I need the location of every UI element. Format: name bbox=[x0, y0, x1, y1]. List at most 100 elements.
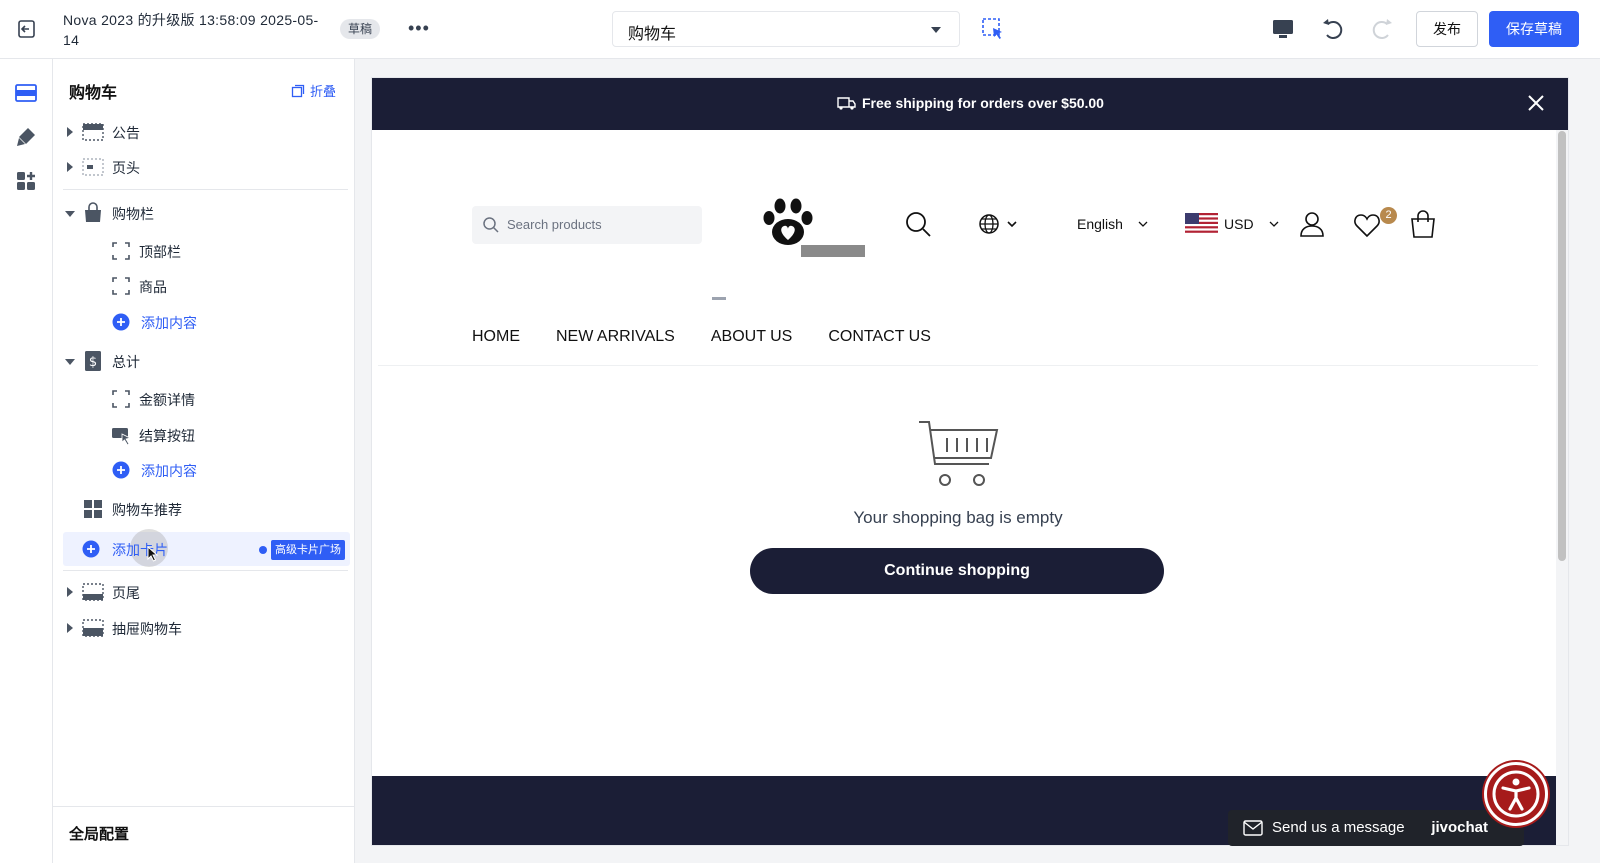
language-value: English bbox=[1077, 216, 1123, 232]
tree-item-label: 金额详情 bbox=[139, 392, 195, 408]
close-icon[interactable] bbox=[1526, 93, 1546, 113]
expand-arrow-icon[interactable] bbox=[67, 587, 73, 597]
top-bar: Nova 2023 的升级版 13:58:09 2025-05-14 草稿 ••… bbox=[0, 0, 1600, 59]
add-content-button[interactable]: 添加内容 bbox=[53, 455, 355, 485]
tree-item-footer[interactable]: 页尾 bbox=[53, 577, 355, 607]
chevron-down-icon bbox=[1269, 221, 1279, 227]
announcement-bar: Free shipping for orders over $50.00 bbox=[372, 78, 1568, 130]
tree-item-label: 商品 bbox=[139, 279, 167, 295]
search-icon bbox=[483, 217, 499, 233]
account-icon[interactable] bbox=[1297, 209, 1327, 239]
block-icon bbox=[112, 277, 130, 295]
tree-item-label: 抽屉购物车 bbox=[112, 621, 182, 637]
add-circle-icon bbox=[82, 540, 100, 558]
announcement-text: Free shipping for orders over $50.00 bbox=[862, 95, 1104, 111]
theme-style-icon[interactable] bbox=[14, 125, 38, 149]
redo-icon[interactable] bbox=[1368, 15, 1396, 43]
divider bbox=[63, 189, 348, 190]
chevron-down-icon bbox=[931, 27, 941, 33]
undo-icon[interactable] bbox=[1319, 15, 1347, 43]
accessibility-button[interactable] bbox=[1484, 762, 1548, 826]
continue-shopping-button[interactable]: Continue shopping bbox=[750, 548, 1164, 594]
empty-cart-message: Your shopping bag is empty bbox=[853, 508, 1063, 527]
dollar-icon: $ bbox=[85, 351, 101, 371]
tree-item-announcement[interactable]: 公告 bbox=[53, 117, 355, 147]
currency-code: USD bbox=[1224, 216, 1254, 232]
store-search-input[interactable]: Search products bbox=[472, 206, 702, 244]
preview-scrollbar-thumb[interactable] bbox=[1558, 131, 1566, 561]
publish-button[interactable]: 发布 bbox=[1416, 11, 1478, 47]
footer-section-icon bbox=[82, 583, 104, 601]
draft-status-badge: 草稿 bbox=[340, 19, 381, 39]
element-select-icon[interactable] bbox=[980, 16, 1006, 42]
language-selector[interactable]: English bbox=[1077, 216, 1149, 232]
apps-icon[interactable] bbox=[14, 169, 38, 193]
tree-item-amount-details[interactable]: 金额详情 bbox=[53, 384, 355, 414]
save-draft-button[interactable]: 保存草稿 bbox=[1489, 11, 1579, 47]
desktop-preview-icon[interactable] bbox=[1269, 15, 1297, 43]
chevron-down-icon bbox=[1138, 221, 1148, 227]
add-content-label: 添加内容 bbox=[141, 315, 197, 331]
tree-item-label: 公告 bbox=[112, 125, 140, 141]
tree-item-header[interactable]: 页头 bbox=[53, 152, 355, 182]
tree-item-label: 购物车推荐 bbox=[112, 502, 182, 518]
tree-item-total[interactable]: $ 总计 bbox=[53, 346, 355, 376]
page-selector[interactable]: 购物车 bbox=[612, 11, 960, 47]
accessibility-icon bbox=[1492, 770, 1540, 818]
tree-item-cart-recommendations[interactable]: 购物车推荐 bbox=[53, 494, 355, 524]
collapse-arrow-icon[interactable] bbox=[65, 359, 75, 365]
tree-item-top-bar[interactable]: 顶部栏 bbox=[53, 236, 355, 266]
svg-text:$: $ bbox=[89, 355, 97, 370]
tree-item-label: 页头 bbox=[112, 160, 140, 176]
nav-contact-us[interactable]: CONTACT US bbox=[828, 328, 931, 346]
header-search-icon[interactable] bbox=[903, 209, 933, 239]
panel-title: 购物车 bbox=[69, 85, 118, 102]
collapse-icon bbox=[291, 84, 305, 97]
empty-cart-icon bbox=[919, 421, 999, 486]
globe-icon[interactable] bbox=[976, 209, 1022, 239]
nav-new-arrivals[interactable]: NEW ARRIVALS bbox=[556, 328, 675, 346]
tree-item-drawer-cart[interactable]: 抽屉购物车 bbox=[53, 613, 355, 643]
store-logo[interactable] bbox=[757, 196, 877, 258]
add-card-button[interactable]: 添加卡片 bbox=[53, 534, 355, 564]
expand-arrow-icon[interactable] bbox=[67, 127, 73, 137]
delivery-icon bbox=[837, 97, 856, 110]
add-content-button[interactable]: 添加内容 bbox=[53, 307, 355, 337]
announcement-section-icon bbox=[82, 123, 104, 141]
page-selector-value: 购物车 bbox=[628, 26, 677, 43]
tree-item-label: 总计 bbox=[112, 354, 140, 370]
sections-panel: 购物车 折叠 公告 页头 购物栏 顶部栏 商品 添加内容 $ 总计 金额详情 结… bbox=[53, 59, 355, 863]
announcement-message: Free shipping for orders over $50.00 bbox=[372, 95, 1568, 111]
document-title: Nova 2023 的升级版 13:58:09 2025-05-14 bbox=[63, 12, 319, 48]
tree-item-products[interactable]: 商品 bbox=[53, 271, 355, 301]
nav-about-us[interactable]: ABOUT US bbox=[711, 328, 793, 346]
expand-arrow-icon[interactable] bbox=[67, 162, 73, 172]
search-placeholder: Search products bbox=[507, 217, 602, 232]
live-chat-widget[interactable]: Send us a message jivochat bbox=[1228, 810, 1524, 846]
left-rail bbox=[0, 59, 53, 863]
currency-selector[interactable]: USD bbox=[1185, 213, 1280, 235]
chat-brand: jivochat bbox=[1431, 819, 1488, 836]
tree-item-label: 顶部栏 bbox=[139, 244, 181, 260]
nav-home[interactable]: HOME bbox=[472, 328, 520, 346]
drawer-section-icon bbox=[82, 619, 104, 637]
shopping-bag-icon[interactable] bbox=[1408, 209, 1438, 239]
expand-arrow-icon[interactable] bbox=[67, 623, 73, 633]
divider bbox=[63, 570, 348, 571]
sections-icon[interactable] bbox=[14, 81, 38, 105]
tree-item-checkout-button[interactable]: 结算按钮 bbox=[53, 420, 355, 450]
main-navigation: HOME NEW ARRIVALS ABOUT US CONTACT US bbox=[472, 328, 931, 346]
collapse-arrow-icon[interactable] bbox=[65, 211, 75, 217]
block-icon bbox=[112, 390, 130, 408]
tree-item-cart-bar[interactable]: 购物栏 bbox=[53, 198, 355, 228]
mouse-pointer-icon bbox=[147, 546, 159, 562]
collapse-all-button[interactable]: 折叠 bbox=[291, 81, 336, 100]
wishlist-heart-icon[interactable] bbox=[1352, 211, 1382, 241]
exit-icon[interactable] bbox=[16, 18, 38, 40]
global-config[interactable]: 全局配置 bbox=[53, 806, 355, 863]
more-options-button[interactable]: ••• bbox=[408, 18, 430, 39]
add-card-label: 添加卡片 bbox=[112, 542, 168, 558]
add-circle-icon bbox=[112, 313, 130, 331]
header-section-icon bbox=[82, 158, 104, 176]
shopping-bag-icon bbox=[85, 202, 101, 222]
